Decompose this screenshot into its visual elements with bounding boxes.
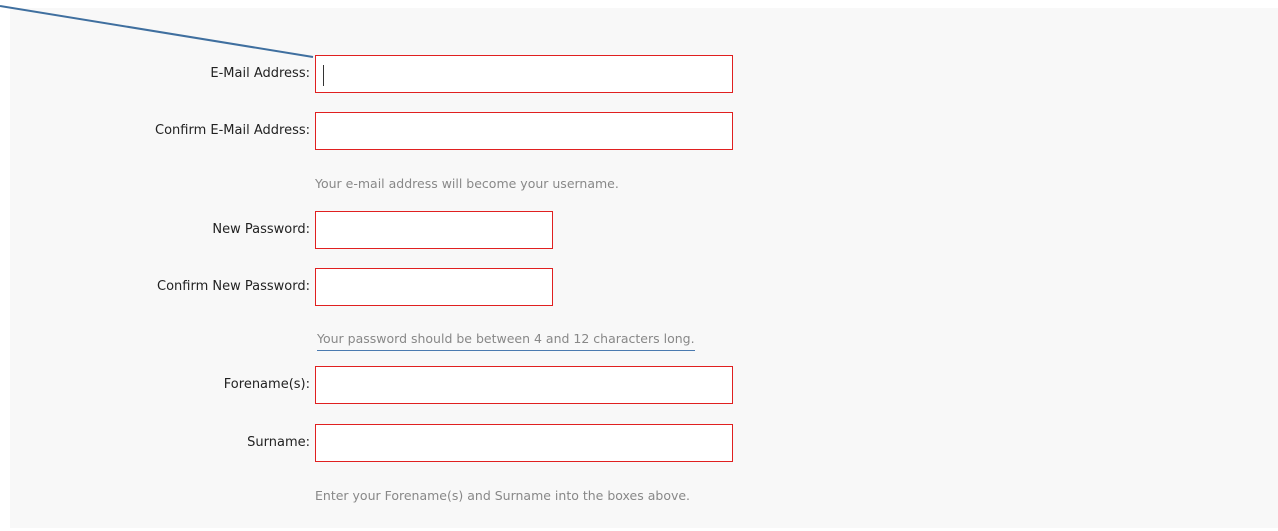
email-hint: Your e-mail address will become your use… <box>315 176 619 191</box>
confirm-email-input[interactable] <box>315 112 733 150</box>
email-label: E-Mail Address: <box>210 66 310 81</box>
password-hint: Your password should be between 4 and 12… <box>317 331 695 351</box>
email-input[interactable] <box>315 55 733 93</box>
text-caret <box>323 65 324 86</box>
new-password-label: New Password: <box>212 222 310 237</box>
confirm-email-label: Confirm E-Mail Address: <box>155 123 310 138</box>
forename-label: Forename(s): <box>223 377 310 392</box>
surname-input[interactable] <box>315 424 733 462</box>
name-hint: Enter your Forename(s) and Surname into … <box>315 488 691 503</box>
surname-label: Surname: <box>247 435 310 450</box>
new-password-input[interactable] <box>315 211 553 249</box>
confirm-password-label: Confirm New Password: <box>157 279 310 294</box>
confirm-password-input[interactable] <box>315 268 553 306</box>
forename-input[interactable] <box>315 366 733 404</box>
